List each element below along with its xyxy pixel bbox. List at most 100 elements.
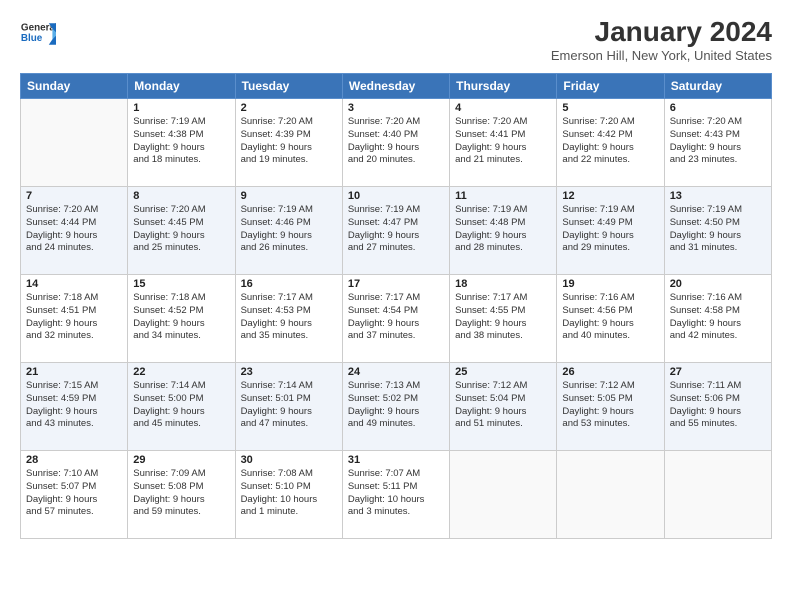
day-number: 29	[133, 454, 229, 466]
cell-info: Sunrise: 7:12 AMSunset: 5:04 PMDaylight:…	[455, 380, 551, 431]
cell-info: Sunrise: 7:11 AMSunset: 5:06 PMDaylight:…	[670, 380, 766, 431]
cell-info: Sunrise: 7:19 AMSunset: 4:46 PMDaylight:…	[241, 204, 337, 255]
cell-info: Sunrise: 7:15 AMSunset: 4:59 PMDaylight:…	[26, 380, 122, 431]
day-number: 11	[455, 190, 551, 202]
calendar-cell: 23 Sunrise: 7:14 AMSunset: 5:01 PMDayligh…	[235, 363, 342, 451]
logo-icon: General Blue	[20, 16, 56, 52]
day-number: 9	[241, 190, 337, 202]
cell-info: Sunrise: 7:14 AMSunset: 5:01 PMDaylight:…	[241, 380, 337, 431]
calendar-cell: 3 Sunrise: 7:20 AMSunset: 4:40 PMDaylight…	[342, 99, 449, 187]
days-header-row: SundayMondayTuesdayWednesdayThursdayFrid…	[21, 74, 772, 99]
week-row-4: 21Sunrise: 7:15 AMSunset: 4:59 PMDayligh…	[21, 363, 772, 451]
day-number: 17	[348, 278, 444, 290]
cell-info: Sunrise: 7:19 AMSunset: 4:47 PMDaylight:…	[348, 204, 444, 255]
day-number: 31	[348, 454, 444, 466]
calendar-cell: 22 Sunrise: 7:14 AMSunset: 5:00 PMDayligh…	[128, 363, 235, 451]
day-number: 28	[26, 454, 122, 466]
calendar-cell: 26 Sunrise: 7:12 AMSunset: 5:05 PMDayligh…	[557, 363, 664, 451]
calendar-cell: 15 Sunrise: 7:18 AMSunset: 4:52 PMDayligh…	[128, 275, 235, 363]
svg-text:Blue: Blue	[21, 33, 43, 44]
calendar-cell	[664, 451, 771, 539]
week-row-5: 28 Sunrise: 7:10 AMSunset: 5:07 PMDayligh…	[21, 451, 772, 539]
calendar-cell: 7 Sunrise: 7:20 AMSunset: 4:44 PMDaylight…	[21, 187, 128, 275]
day-number: 23	[241, 366, 337, 378]
header: General Blue January 2024 Emerson Hill, …	[20, 16, 772, 63]
calendar-cell: 28 Sunrise: 7:10 AMSunset: 5:07 PMDayligh…	[21, 451, 128, 539]
day-number: 18	[455, 278, 551, 290]
calendar-cell	[450, 451, 557, 539]
cell-info: Sunrise: 7:20 AMSunset: 4:45 PMDaylight:…	[133, 204, 229, 255]
cell-info: Sunrise: 7:18 AMSunset: 4:52 PMDaylight:…	[133, 292, 229, 343]
cell-info: Sunrise: 7:16 AMSunset: 4:58 PMDaylight:…	[670, 292, 766, 343]
day-number: 30	[241, 454, 337, 466]
cell-info: Sunrise: 7:12 AMSunset: 5:05 PMDaylight:…	[562, 380, 658, 431]
cell-info: Sunrise: 7:20 AMSunset: 4:39 PMDaylight:…	[241, 116, 337, 167]
day-number: 13	[670, 190, 766, 202]
cell-info: Sunrise: 7:08 AMSunset: 5:10 PMDaylight:…	[241, 468, 337, 519]
week-row-3: 14Sunrise: 7:18 AMSunset: 4:51 PMDayligh…	[21, 275, 772, 363]
calendar-cell: 6 Sunrise: 7:20 AMSunset: 4:43 PMDaylight…	[664, 99, 771, 187]
cell-info: Sunrise: 7:19 AMSunset: 4:48 PMDaylight:…	[455, 204, 551, 255]
cell-info: Sunrise: 7:17 AMSunset: 4:55 PMDaylight:…	[455, 292, 551, 343]
cell-info: Sunrise: 7:10 AMSunset: 5:07 PMDaylight:…	[26, 468, 122, 519]
calendar-cell: 24Sunrise: 7:13 AMSunset: 5:02 PMDayligh…	[342, 363, 449, 451]
cell-info: Sunrise: 7:20 AMSunset: 4:43 PMDaylight:…	[670, 116, 766, 167]
day-number: 20	[670, 278, 766, 290]
calendar-cell: 16Sunrise: 7:17 AMSunset: 4:53 PMDayligh…	[235, 275, 342, 363]
cell-info: Sunrise: 7:20 AMSunset: 4:40 PMDaylight:…	[348, 116, 444, 167]
day-header-friday: Friday	[557, 74, 664, 99]
calendar-cell: 17 Sunrise: 7:17 AMSunset: 4:54 PMDayligh…	[342, 275, 449, 363]
day-number: 7	[26, 190, 122, 202]
cell-info: Sunrise: 7:17 AMSunset: 4:54 PMDaylight:…	[348, 292, 444, 343]
day-header-monday: Monday	[128, 74, 235, 99]
cell-info: Sunrise: 7:16 AMSunset: 4:56 PMDaylight:…	[562, 292, 658, 343]
day-number: 12	[562, 190, 658, 202]
calendar-cell: 25Sunrise: 7:12 AMSunset: 5:04 PMDayligh…	[450, 363, 557, 451]
day-header-wednesday: Wednesday	[342, 74, 449, 99]
month-title: January 2024	[551, 16, 772, 48]
day-number: 5	[562, 102, 658, 114]
title-block: January 2024 Emerson Hill, New York, Uni…	[551, 16, 772, 63]
calendar-cell: 13 Sunrise: 7:19 AMSunset: 4:50 PMDayligh…	[664, 187, 771, 275]
page: General Blue January 2024 Emerson Hill, …	[0, 0, 792, 612]
day-number: 27	[670, 366, 766, 378]
calendar-cell: 27 Sunrise: 7:11 AMSunset: 5:06 PMDayligh…	[664, 363, 771, 451]
cell-info: Sunrise: 7:20 AMSunset: 4:41 PMDaylight:…	[455, 116, 551, 167]
day-number: 22	[133, 366, 229, 378]
calendar-cell: 4 Sunrise: 7:20 AMSunset: 4:41 PMDaylight…	[450, 99, 557, 187]
calendar-cell: 29 Sunrise: 7:09 AMSunset: 5:08 PMDayligh…	[128, 451, 235, 539]
day-number: 16	[241, 278, 337, 290]
calendar-cell: 12 Sunrise: 7:19 AMSunset: 4:49 PMDayligh…	[557, 187, 664, 275]
day-number: 4	[455, 102, 551, 114]
day-header-saturday: Saturday	[664, 74, 771, 99]
day-number: 15	[133, 278, 229, 290]
calendar-cell: 5 Sunrise: 7:20 AMSunset: 4:42 PMDaylight…	[557, 99, 664, 187]
cell-info: Sunrise: 7:19 AMSunset: 4:49 PMDaylight:…	[562, 204, 658, 255]
cell-info: Sunrise: 7:07 AMSunset: 5:11 PMDaylight:…	[348, 468, 444, 519]
day-header-sunday: Sunday	[21, 74, 128, 99]
day-number: 19	[562, 278, 658, 290]
cell-info: Sunrise: 7:14 AMSunset: 5:00 PMDaylight:…	[133, 380, 229, 431]
location: Emerson Hill, New York, United States	[551, 48, 772, 63]
calendar-cell: 10 Sunrise: 7:19 AMSunset: 4:47 PMDayligh…	[342, 187, 449, 275]
cell-info: Sunrise: 7:20 AMSunset: 4:44 PMDaylight:…	[26, 204, 122, 255]
cell-info: Sunrise: 7:20 AMSunset: 4:42 PMDaylight:…	[562, 116, 658, 167]
cell-info: Sunrise: 7:09 AMSunset: 5:08 PMDaylight:…	[133, 468, 229, 519]
calendar-cell: 18 Sunrise: 7:17 AMSunset: 4:55 PMDayligh…	[450, 275, 557, 363]
calendar-cell: 20 Sunrise: 7:16 AMSunset: 4:58 PMDayligh…	[664, 275, 771, 363]
day-number: 10	[348, 190, 444, 202]
cell-info: Sunrise: 7:19 AMSunset: 4:38 PMDaylight:…	[133, 116, 229, 167]
day-number: 3	[348, 102, 444, 114]
calendar-cell	[21, 99, 128, 187]
calendar-cell: 1 Sunrise: 7:19 AMSunset: 4:38 PMDaylight…	[128, 99, 235, 187]
cell-info: Sunrise: 7:19 AMSunset: 4:50 PMDaylight:…	[670, 204, 766, 255]
calendar-cell: 9 Sunrise: 7:19 AMSunset: 4:46 PMDaylight…	[235, 187, 342, 275]
day-header-tuesday: Tuesday	[235, 74, 342, 99]
day-number: 26	[562, 366, 658, 378]
day-number: 6	[670, 102, 766, 114]
logo: General Blue	[20, 16, 56, 52]
calendar-cell: 8Sunrise: 7:20 AMSunset: 4:45 PMDaylight…	[128, 187, 235, 275]
day-number: 1	[133, 102, 229, 114]
calendar-cell: 2Sunrise: 7:20 AMSunset: 4:39 PMDaylight…	[235, 99, 342, 187]
calendar-cell: 30 Sunrise: 7:08 AMSunset: 5:10 PMDayligh…	[235, 451, 342, 539]
